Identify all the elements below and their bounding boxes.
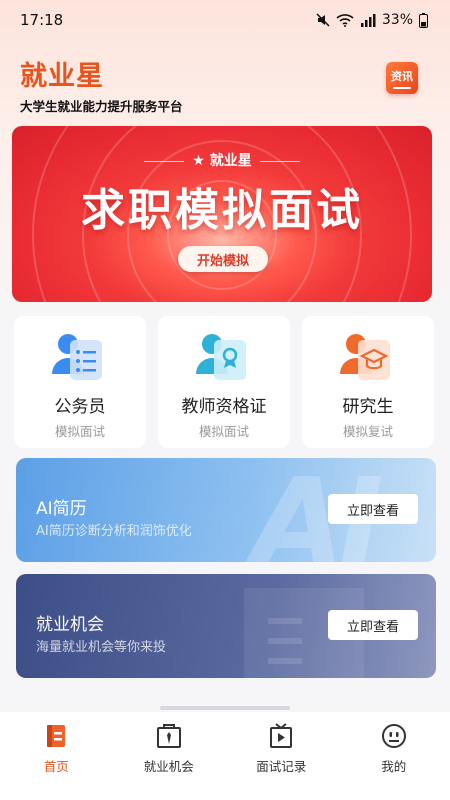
tab-label: 我的	[381, 759, 407, 774]
status-time: 17:18	[20, 11, 64, 29]
job-opportunity-title: 就业机会	[36, 615, 104, 635]
banner-subtitle: ★ 就业星	[192, 153, 252, 169]
home-book-icon	[42, 722, 70, 750]
category-civil-servant[interactable]: 公务员 模拟面试	[14, 316, 146, 448]
tab-jobs[interactable]: 就业机会	[113, 712, 226, 800]
ai-resume-view-button[interactable]: 立即查看	[328, 494, 418, 524]
home-indicator	[160, 706, 290, 710]
news-button[interactable]: 资讯	[386, 62, 418, 94]
category-subtitle: 模拟面试	[198, 424, 249, 439]
wifi-icon	[336, 13, 354, 27]
battery-percent: 33%	[381, 12, 413, 28]
category-teacher-cert[interactable]: 教师资格证 模拟面试	[158, 316, 290, 448]
banner-title: 求职模拟面试	[81, 185, 363, 236]
status-bar: 17:18 33%	[0, 0, 450, 40]
video-play-icon	[267, 722, 295, 750]
bottom-tab-bar: 首页 就业机会 面试记录 我的	[0, 712, 450, 800]
category-title: 研究生	[342, 397, 394, 417]
category-title: 公务员	[54, 397, 106, 417]
tab-label: 首页	[43, 759, 69, 774]
category-subtitle: 模拟面试	[54, 424, 105, 439]
signal-icon	[360, 13, 376, 27]
ai-resume-card[interactable]: AI AI简历 AI简历诊断分析和润饰优化 立即查看	[16, 458, 436, 562]
job-opportunity-view-button[interactable]: 立即查看	[328, 610, 418, 640]
banner-divider	[259, 160, 300, 162]
teacher-cert-icon	[192, 330, 256, 386]
tab-label: 面试记录	[256, 759, 307, 774]
news-label: 资讯	[391, 69, 413, 83]
graduate-cap-icon	[336, 330, 400, 386]
tab-home[interactable]: 首页	[0, 712, 113, 800]
banner-divider	[144, 160, 185, 162]
tab-interview-records[interactable]: 面试记录	[225, 712, 338, 800]
category-title: 教师资格证	[181, 397, 267, 417]
news-lines-icon	[393, 86, 411, 89]
category-subtitle: 模拟复试	[342, 424, 393, 439]
tab-profile[interactable]: 我的	[338, 712, 450, 800]
job-opportunity-card[interactable]: 就业机会 海量就业机会等你来投 立即查看	[16, 574, 436, 678]
job-opportunity-desc: 海量就业机会等你来投	[36, 640, 167, 655]
mock-interview-banner[interactable]: ★ 就业星 求职模拟面试 开始模拟	[12, 126, 432, 302]
start-mock-button[interactable]: 开始模拟	[178, 246, 268, 272]
app-tagline: 大学生就业能力提升服务平台	[20, 99, 183, 114]
smiley-face-icon	[380, 722, 408, 750]
ai-resume-title: AI简历	[36, 499, 87, 519]
mute-icon	[316, 13, 330, 27]
civil-servant-icon	[48, 330, 112, 386]
battery-icon	[419, 12, 428, 28]
category-graduate[interactable]: 研究生 模拟复试	[302, 316, 434, 448]
app-brand: 就业星	[20, 61, 104, 92]
briefcase-tie-icon	[155, 722, 183, 750]
tab-label: 就业机会	[143, 759, 194, 774]
ai-resume-desc: AI简历诊断分析和润饰优化	[36, 524, 192, 539]
